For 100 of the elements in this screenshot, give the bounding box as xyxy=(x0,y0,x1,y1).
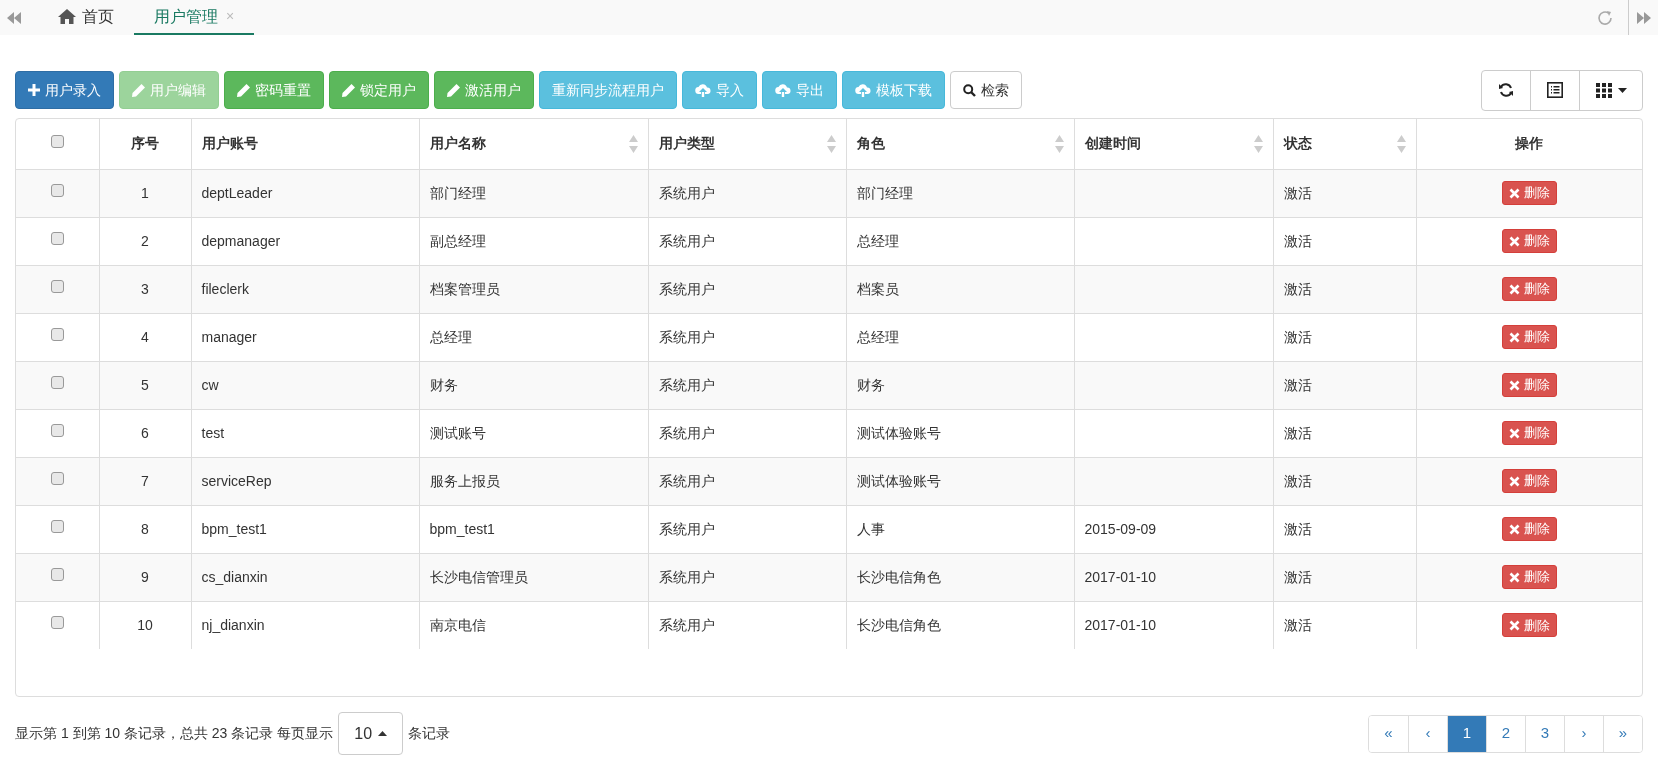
delete-button[interactable]: 删除 xyxy=(1501,469,1557,493)
pagination-summary-suffix: 条记录 xyxy=(408,724,451,743)
table-cell: 系统用户 xyxy=(658,280,715,297)
delete-button[interactable]: 删除 xyxy=(1501,181,1557,205)
list-icon xyxy=(1547,82,1563,98)
pencil-icon xyxy=(132,83,145,97)
tab[interactable]: 首页 xyxy=(38,0,134,35)
table-cell: bpm_test1 xyxy=(201,520,267,537)
table-cell: 10 xyxy=(137,616,153,633)
table-cell: fileclerk xyxy=(201,280,249,297)
table-cell: cw xyxy=(201,376,219,393)
delete-button[interactable]: 删除 xyxy=(1501,325,1557,349)
table-cell: 7 xyxy=(141,472,149,489)
column-header[interactable]: 创建时间 xyxy=(1084,133,1141,155)
table-cell: 测试账号 xyxy=(429,424,486,441)
checkbox[interactable] xyxy=(50,615,64,629)
page-link[interactable]: 1 xyxy=(1447,715,1486,752)
delete-button[interactable]: 删除 xyxy=(1501,421,1557,445)
table-cell: 人事 xyxy=(856,520,885,537)
close-icon xyxy=(1508,331,1520,343)
column-header[interactable]: 角色 xyxy=(856,133,885,155)
checkbox[interactable] xyxy=(50,471,64,485)
close-icon xyxy=(1508,427,1520,439)
table-cell: 财务 xyxy=(429,376,458,393)
close-icon xyxy=(1508,571,1520,583)
toolbar-button[interactable]: 密码重置 xyxy=(224,71,324,109)
table-cell: 系统用户 xyxy=(658,376,715,393)
sort-icon[interactable] xyxy=(1253,134,1263,153)
table-cell: 系统用户 xyxy=(658,568,715,585)
toolbar-button[interactable]: 激活用户 xyxy=(434,71,534,109)
table-cell: 2015-09-09 xyxy=(1084,520,1157,537)
pagination-summary: 显示第 1 到第 10 条记录，总共 23 条记录 每页显示 xyxy=(15,724,334,743)
grid-icon xyxy=(1595,82,1612,98)
table-cell: serviceRep xyxy=(201,472,272,489)
toolbar-button[interactable]: 检索 xyxy=(950,71,1022,109)
table-cell: 3 xyxy=(141,280,149,297)
delete-button[interactable]: 删除 xyxy=(1501,229,1557,253)
table-cell: 激活 xyxy=(1283,184,1312,201)
column-header[interactable]: 用户账号 xyxy=(201,133,258,155)
checkbox[interactable] xyxy=(50,327,64,341)
double-right-arrow-icon xyxy=(1636,11,1651,24)
column-header[interactable]: 序号 xyxy=(131,133,159,155)
cloud-upload-icon xyxy=(855,83,871,97)
table-cell: manager xyxy=(201,328,257,345)
checkbox[interactable] xyxy=(50,423,64,437)
delete-button[interactable]: 删除 xyxy=(1501,277,1557,301)
sort-icon[interactable] xyxy=(628,134,638,153)
table-cell: 激活 xyxy=(1283,616,1312,633)
table-cell: 系统用户 xyxy=(658,184,715,201)
table-cell: 激活 xyxy=(1283,520,1312,537)
table-cell: 长沙电信角色 xyxy=(856,616,941,633)
delete-button[interactable]: 删除 xyxy=(1501,517,1557,541)
table-cell: bpm_test1 xyxy=(429,520,495,537)
checkbox[interactable] xyxy=(50,279,64,293)
table-cell: 6 xyxy=(141,424,149,441)
sort-icon[interactable] xyxy=(826,134,836,153)
table-cell: 长沙电信管理员 xyxy=(429,568,528,585)
toolbar-button[interactable]: 锁定用户 xyxy=(329,71,429,109)
refresh-icon[interactable] xyxy=(1596,8,1614,27)
page-size-dropdown[interactable]: 10 xyxy=(338,712,404,755)
table-cell: 激活 xyxy=(1283,472,1312,489)
table-cell: test xyxy=(201,424,225,441)
checkbox[interactable] xyxy=(50,567,64,581)
delete-button[interactable]: 删除 xyxy=(1501,565,1557,589)
close-icon xyxy=(1508,283,1520,295)
column-header[interactable]: 用户类型 xyxy=(658,133,715,155)
delete-button[interactable]: 删除 xyxy=(1501,613,1557,638)
checkbox[interactable] xyxy=(50,375,64,389)
home-icon xyxy=(58,9,76,24)
table-cell: 档案员 xyxy=(856,280,899,297)
cloud-upload-icon xyxy=(695,83,711,97)
sort-icon[interactable] xyxy=(1396,134,1406,153)
table-cell: 激活 xyxy=(1283,280,1312,297)
table-cell: 长沙电信角色 xyxy=(856,568,941,585)
table-cell: 2017-01-10 xyxy=(1084,616,1157,633)
toolbar-button[interactable]: 用户录入 xyxy=(15,71,114,109)
table-cell: 2017-01-10 xyxy=(1084,568,1157,585)
table-cell: deptLeader xyxy=(201,184,273,201)
page-link[interactable]: » xyxy=(1603,715,1642,752)
table-cell: 南京电信 xyxy=(429,616,486,633)
tab[interactable]: 用户管理 × xyxy=(134,0,255,35)
table-cell: 总经理 xyxy=(856,232,899,249)
column-header[interactable]: 状态 xyxy=(1283,133,1312,155)
checkbox[interactable] xyxy=(50,231,64,245)
checkbox[interactable] xyxy=(50,183,64,197)
column-header[interactable]: 操作 xyxy=(1515,133,1544,155)
checkbox[interactable] xyxy=(50,519,64,533)
table-cell: 4 xyxy=(141,328,149,345)
close-icon xyxy=(1508,187,1520,199)
close-icon xyxy=(1508,523,1520,535)
sort-icon[interactable] xyxy=(1054,134,1064,153)
table-cell: 系统用户 xyxy=(658,232,715,249)
delete-button[interactable]: 删除 xyxy=(1501,373,1557,397)
table-cell: 总经理 xyxy=(429,328,472,345)
close-icon xyxy=(1508,475,1520,487)
table-cell: 1 xyxy=(141,184,149,201)
table-cell: 8 xyxy=(141,520,149,537)
checkbox[interactable] xyxy=(50,135,64,148)
table-cell: 财务 xyxy=(856,376,885,393)
column-header[interactable]: 用户名称 xyxy=(429,133,486,155)
